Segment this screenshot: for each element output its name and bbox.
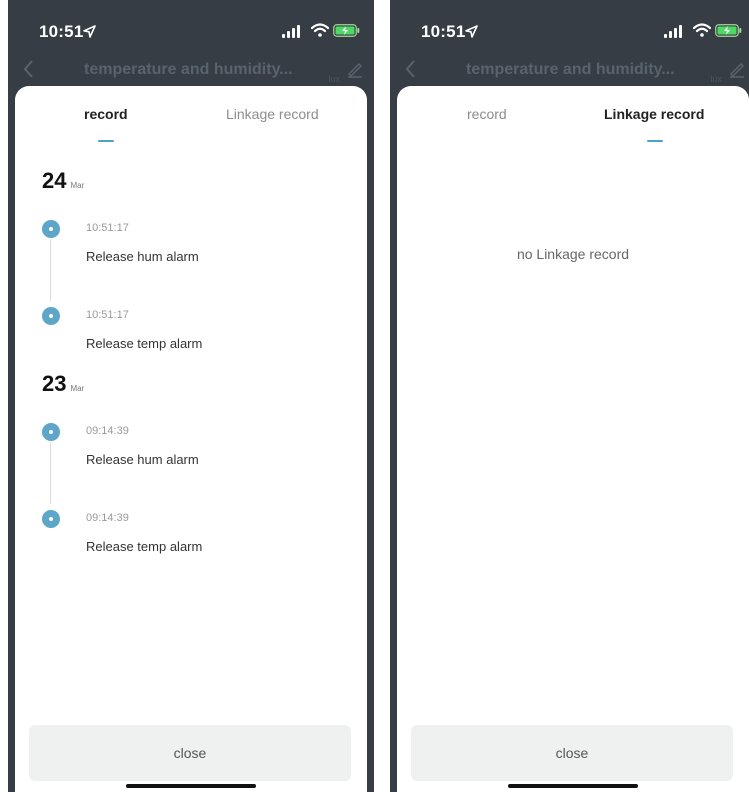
status-bar: 10:51 — [390, 0, 749, 52]
status-time: 10:51 — [421, 22, 466, 41]
page-title: temperature and humidity... — [466, 61, 675, 78]
active-tab-indicator — [647, 140, 663, 142]
timeline-dot-icon — [42, 510, 60, 528]
edit-pencil-icon[interactable] — [728, 60, 746, 78]
date-header: 23 Mar — [42, 371, 84, 397]
timeline-dot-icon — [42, 307, 60, 325]
timeline-event: 10:51:17 Release hum alarm — [15, 220, 367, 280]
location-arrow-icon — [465, 25, 478, 38]
event-time: 10:51:17 — [86, 309, 129, 321]
tab-bar: record Linkage record — [15, 86, 367, 146]
timeline-event: 10:51:17 Release temp alarm — [15, 307, 367, 367]
wifi-icon — [693, 23, 711, 37]
screenshot-canvas: 10:51 temperature and humidity... lux re… — [0, 0, 749, 792]
event-time: 10:51:17 — [86, 222, 129, 234]
event-time: 09:14:39 — [86, 425, 129, 437]
timeline-dot-icon — [42, 220, 60, 238]
close-button[interactable]: close — [29, 725, 351, 781]
back-chevron-icon[interactable] — [404, 59, 416, 79]
battery-charging-icon — [333, 24, 360, 37]
wifi-icon — [311, 23, 329, 37]
tab-record[interactable]: record — [84, 106, 128, 122]
edit-pencil-icon[interactable] — [346, 60, 364, 78]
home-indicator[interactable] — [126, 784, 256, 788]
tab-record[interactable]: record — [467, 106, 507, 122]
nav-bar: temperature and humidity... lux — [8, 52, 374, 86]
tab-linkage-record[interactable]: Linkage record — [604, 106, 704, 122]
lux-label: lux — [328, 74, 340, 84]
timeline-event: 09:14:39 Release temp alarm — [15, 510, 367, 570]
date-day: 24 — [42, 168, 67, 193]
nav-bar: temperature and humidity... lux — [390, 52, 749, 86]
tab-linkage-record[interactable]: Linkage record — [226, 106, 319, 122]
empty-state-message: no Linkage record — [516, 246, 630, 262]
date-day: 23 — [42, 371, 67, 396]
date-month: Mar — [70, 181, 85, 190]
event-description: Release temp alarm — [86, 336, 203, 351]
phone-screen-linkage-record: 10:51 temperature and humidity... lux re… — [390, 0, 749, 792]
status-icons — [282, 23, 360, 38]
timeline-dot-icon — [42, 423, 60, 441]
event-description: Release temp alarm — [86, 539, 203, 554]
event-time: 09:14:39 — [86, 512, 129, 524]
tab-bar: record Linkage record — [397, 86, 749, 146]
event-description: Release hum alarm — [86, 452, 199, 467]
date-month: Mar — [70, 384, 85, 393]
date-header: 24 Mar — [42, 168, 84, 194]
close-button[interactable]: close — [411, 725, 733, 781]
lux-label: lux — [710, 74, 722, 84]
status-bar: 10:51 — [8, 0, 374, 52]
status-time: 10:51 — [39, 22, 84, 41]
battery-charging-icon — [715, 24, 742, 37]
status-icons — [664, 23, 742, 38]
active-tab-indicator — [98, 140, 114, 142]
phone-screen-record: 10:51 temperature and humidity... lux re… — [8, 0, 374, 792]
event-description: Release hum alarm — [86, 249, 199, 264]
back-chevron-icon[interactable] — [22, 59, 34, 79]
location-arrow-icon — [83, 25, 96, 38]
history-sheet: record Linkage record no Linkage record … — [397, 86, 749, 792]
history-sheet: record Linkage record 24 Mar 10:51:17 Rel… — [15, 86, 367, 792]
home-indicator[interactable] — [508, 784, 638, 788]
page-title: temperature and humidity... — [84, 61, 293, 78]
timeline-event: 09:14:39 Release hum alarm — [15, 423, 367, 483]
